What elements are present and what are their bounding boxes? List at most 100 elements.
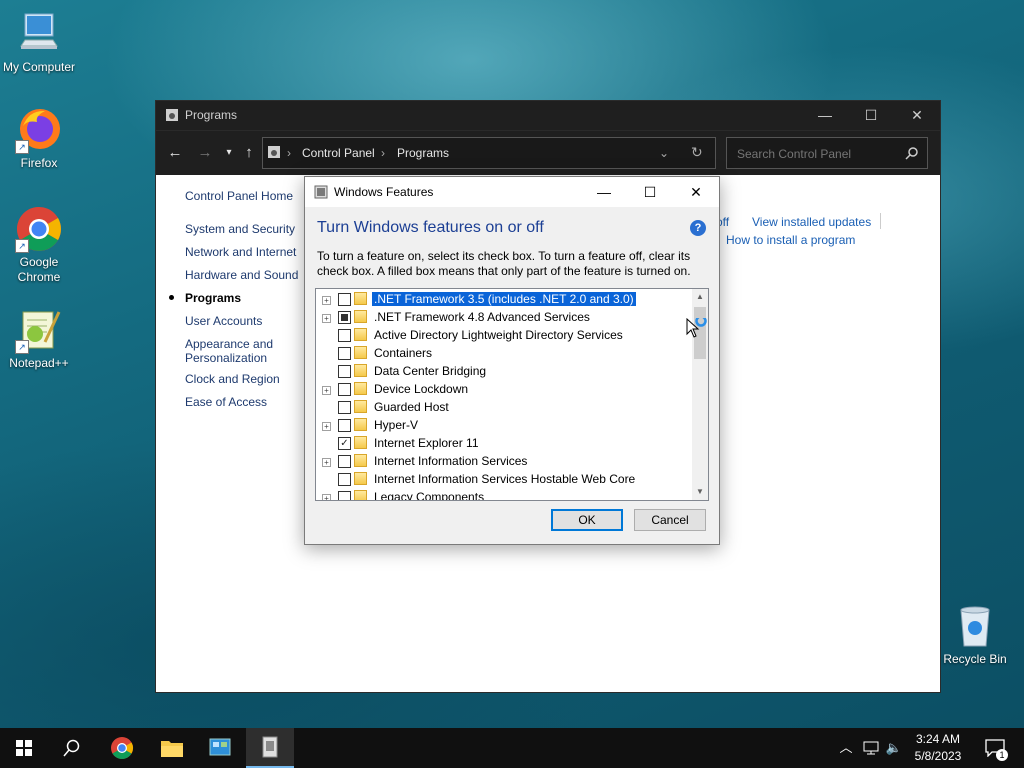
expand-plus-icon[interactable]: + [322, 458, 331, 467]
breadcrumb-programs[interactable]: Programs [397, 146, 449, 160]
nav-user-accounts[interactable]: User Accounts [185, 314, 262, 328]
dialog-minimize-button[interactable]: — [581, 177, 627, 207]
volume-icon[interactable]: 🔈 [884, 728, 904, 768]
show-hidden-icons-chevron-icon[interactable]: ︿ [836, 728, 856, 768]
nav-ease-of-access[interactable]: Ease of Access [185, 395, 267, 409]
feature-row[interactable]: Active Directory Lightweight Directory S… [316, 327, 690, 345]
feature-label: Active Directory Lightweight Directory S… [374, 328, 623, 342]
taskbar-windows-features[interactable] [246, 728, 294, 768]
taskbar-clock[interactable]: 3:24 AM 5/8/2023 [905, 731, 971, 765]
expand-plus-icon[interactable]: + [322, 494, 331, 500]
expand-plus-icon[interactable]: + [322, 422, 331, 431]
expand-plus-icon[interactable]: + [322, 386, 331, 395]
folder-icon [354, 292, 367, 305]
action-center-button[interactable]: 1 [980, 728, 1010, 768]
scroll-up-arrow-icon[interactable]: ▲ [692, 289, 708, 305]
ok-button[interactable]: OK [551, 509, 623, 531]
desktop-icon-recycle-bin[interactable]: Recycle Bin [936, 602, 1014, 667]
back-arrow-icon[interactable]: ← [164, 142, 186, 164]
scroll-down-arrow-icon[interactable]: ▼ [692, 484, 708, 500]
how-to-install-program-link[interactable]: How to install a program [726, 233, 855, 247]
feature-row[interactable]: Internet Information Services Hostable W… [316, 471, 690, 489]
desktop-icon-firefox[interactable]: ↗ Firefox [0, 106, 78, 171]
folder-icon [354, 436, 367, 449]
dialog-maximize-button[interactable]: ☐ [627, 177, 673, 207]
maximize-button[interactable]: ☐ [848, 101, 894, 130]
feature-checkbox[interactable] [338, 311, 351, 324]
feature-tree[interactable]: + .NET Framework 3.5 (includes .NET 2.0 a… [315, 288, 709, 501]
nav-programs[interactable]: Programs [185, 291, 241, 305]
desktop-icon-google-chrome[interactable]: ↗ Google Chrome [0, 205, 78, 285]
up-arrow-icon[interactable]: ↑ [238, 142, 260, 164]
recent-locations-chevron-icon[interactable]: ▾ [218, 142, 240, 164]
close-button[interactable]: ✕ [894, 101, 940, 130]
start-button[interactable] [0, 728, 48, 768]
feature-row[interactable]: Data Center Bridging [316, 363, 690, 381]
search-input[interactable] [735, 145, 899, 163]
feature-row[interactable]: + .NET Framework 3.5 (includes .NET 2.0 a… [316, 291, 690, 309]
refresh-icon[interactable]: ↻ [691, 144, 703, 161]
taskbar-file-explorer[interactable] [148, 728, 196, 768]
nav-appearance-and-personalization[interactable]: Appearance and Personalization [185, 337, 285, 365]
network-icon[interactable] [860, 728, 882, 768]
taskbar-control-panel[interactable] [196, 728, 244, 768]
feature-checkbox[interactable] [338, 383, 351, 396]
desktop-icon-notepadpp[interactable]: ↗ Notepad++ [0, 306, 78, 371]
address-bar[interactable]: › Control Panel › Programs ⌄ ↻ [262, 137, 716, 169]
feature-row[interactable]: + Hyper-V [316, 417, 690, 435]
feature-checkbox[interactable] [338, 329, 351, 342]
feature-checkbox[interactable] [338, 365, 351, 378]
desktop-icon-label: Firefox [20, 156, 58, 170]
expand-plus-icon[interactable]: + [322, 314, 331, 323]
feature-checkbox[interactable] [338, 455, 351, 468]
search-icon [63, 739, 80, 757]
nav-hardware-and-sound[interactable]: Hardware and Sound [185, 268, 298, 282]
recycle-bin-icon [951, 602, 999, 650]
feature-checkbox[interactable]: ✓ [338, 437, 351, 450]
clock-date: 5/8/2023 [914, 749, 962, 763]
breadcrumb-separator-icon: › [287, 146, 291, 160]
feature-row[interactable]: ✓ Internet Explorer 11 [316, 435, 690, 453]
view-installed-updates-link[interactable]: View installed updates [752, 215, 871, 229]
taskbar-search-button[interactable] [48, 728, 96, 768]
expand-plus-icon[interactable]: + [322, 296, 331, 305]
control-panel-location-icon [268, 146, 280, 158]
feature-row[interactable]: + Internet Information Services [316, 453, 690, 471]
nav-system-and-security[interactable]: System and Security [185, 222, 295, 236]
feature-checkbox[interactable] [338, 419, 351, 432]
control-panel-titlebar[interactable]: Programs — ☐ ✕ [156, 101, 940, 130]
nav-clock-and-region[interactable]: Clock and Region [185, 372, 280, 386]
taskbar-chrome[interactable] [98, 728, 146, 768]
forward-arrow-icon[interactable]: → [194, 142, 216, 164]
feature-row[interactable]: Containers [316, 345, 690, 363]
address-dropdown-chevron-icon[interactable]: ⌄ [659, 146, 669, 160]
feature-checkbox[interactable] [338, 293, 351, 306]
feature-checkbox[interactable] [338, 401, 351, 414]
shortcut-arrow-icon: ↗ [15, 239, 29, 253]
folder-icon [354, 364, 367, 377]
feature-row[interactable]: + .NET Framework 4.8 Advanced Services [316, 309, 690, 327]
feature-checkbox[interactable] [338, 347, 351, 360]
help-icon[interactable]: ? [690, 220, 706, 236]
desktop-icon-label: Recycle Bin [943, 652, 1007, 666]
search-icon[interactable] [905, 146, 919, 160]
desktop: My Computer ↗ Firefox ↗ Google Chrome ↗ … [0, 0, 1024, 728]
feature-checkbox[interactable] [338, 491, 351, 500]
dialog-close-button[interactable]: ✕ [673, 177, 719, 207]
dialog-titlebar[interactable]: Windows Features — ☐ ✕ [305, 177, 719, 207]
feature-label: Data Center Bridging [374, 364, 487, 378]
feature-label: Internet Information Services Hostable W… [374, 472, 636, 486]
cancel-button[interactable]: Cancel [634, 509, 706, 531]
nav-control-panel-home[interactable]: Control Panel Home [185, 189, 293, 203]
feature-row[interactable]: + Device Lockdown [316, 381, 690, 399]
feature-checkbox[interactable] [338, 473, 351, 486]
desktop-icon-my-computer[interactable]: My Computer [0, 10, 78, 75]
computer-icon [15, 10, 63, 58]
clock-time: 3:24 AM [915, 732, 961, 746]
minimize-button[interactable]: — [802, 101, 848, 130]
feature-row[interactable]: Guarded Host [316, 399, 690, 417]
nav-network-and-internet[interactable]: Network and Internet [185, 245, 296, 259]
search-box[interactable] [726, 137, 928, 169]
feature-row[interactable]: + Legacy Components [316, 489, 690, 500]
breadcrumb-control-panel[interactable]: Control Panel [302, 146, 375, 160]
